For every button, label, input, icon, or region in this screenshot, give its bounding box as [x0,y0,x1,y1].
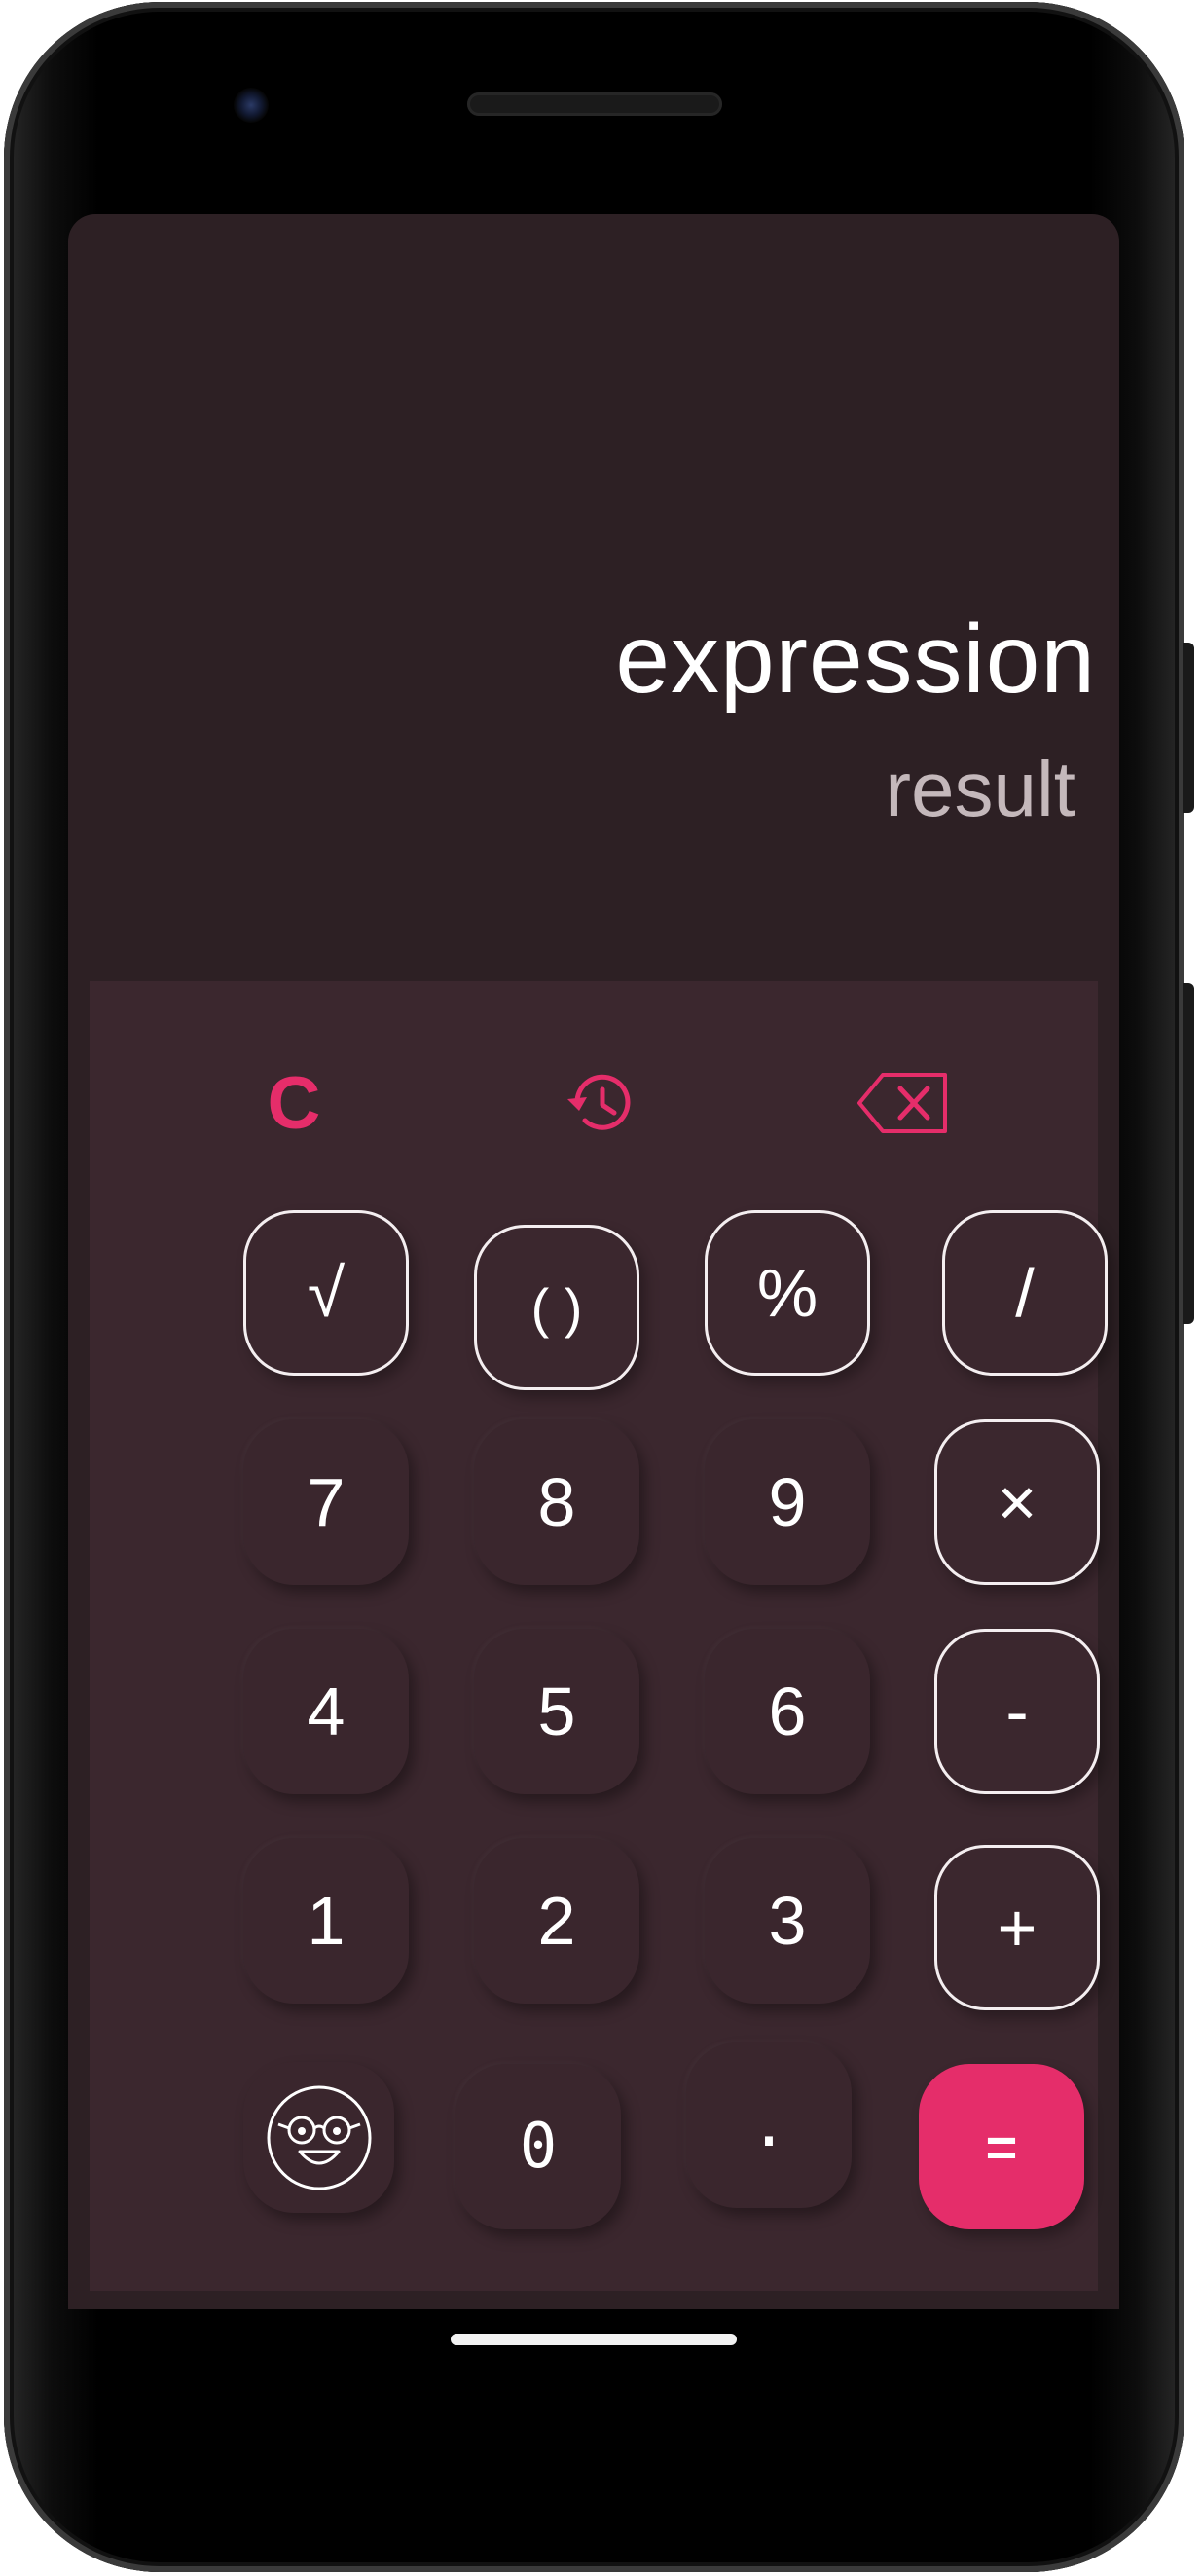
power-button [1183,643,1194,813]
digit-9-button[interactable]: 9 [705,1419,870,1585]
plus-button[interactable]: + [934,1845,1100,2010]
result-text: result [885,746,1075,832]
backspace-button[interactable] [846,1059,963,1147]
digit-5-button[interactable]: 5 [474,1629,639,1794]
history-icon [567,1074,631,1130]
minus-button[interactable]: - [934,1629,1100,1794]
home-indicator[interactable] [451,2334,737,2345]
digit-6-button[interactable]: 6 [705,1629,870,1794]
calculator-screen: expression result C √ ( ) % / 7 8 9 × 4 … [68,214,1119,2309]
history-button[interactable] [542,1059,659,1147]
keypad: C √ ( ) % / 7 8 9 × 4 5 6 - 1 2 3 + 0 . … [90,981,1108,2291]
nerd-face-icon [267,2085,371,2190]
volume-button [1183,983,1194,1324]
divide-button[interactable]: / [942,1210,1108,1376]
percent-button[interactable]: % [705,1210,870,1376]
digit-1-button[interactable]: 1 [243,1838,409,2004]
parentheses-button[interactable]: ( ) [474,1225,639,1390]
expression-text[interactable]: expression [615,604,1096,716]
decimal-button[interactable]: . [686,2042,852,2208]
backspace-icon [857,1073,947,1133]
multiply-button[interactable]: × [934,1419,1100,1585]
front-camera [234,88,269,123]
digit-8-button[interactable]: 8 [474,1419,639,1585]
digit-4-button[interactable]: 4 [243,1629,409,1794]
earpiece-speaker [467,92,722,116]
emoji-button[interactable] [243,2062,394,2213]
digit-0-button[interactable]: 0 [455,2064,621,2229]
digit-3-button[interactable]: 3 [705,1838,870,2004]
digit-2-button[interactable]: 2 [474,1838,639,2004]
digit-7-button[interactable]: 7 [243,1419,409,1585]
calculator-display: expression result [68,214,1119,981]
clear-button[interactable]: C [236,1059,352,1147]
phone-device: expression result C √ ( ) % / 7 8 9 × 4 … [0,0,1202,2576]
equals-button[interactable]: = [919,2064,1084,2229]
sqrt-button[interactable]: √ [243,1210,409,1376]
